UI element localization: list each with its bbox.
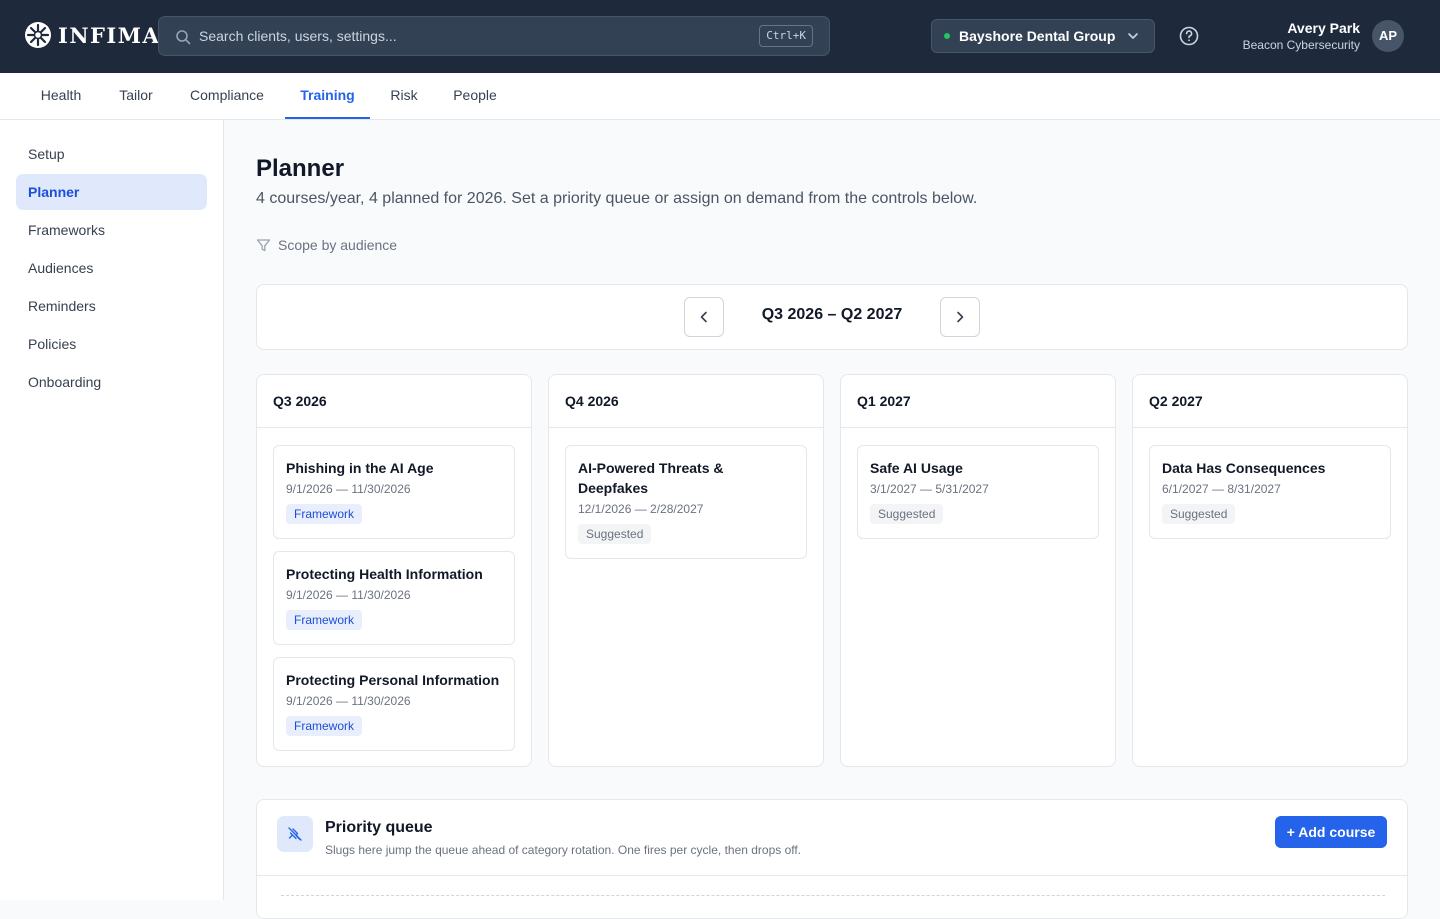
- priority-queue-title: Priority queue: [325, 819, 433, 836]
- quarter-label: Q4 2026: [549, 375, 823, 428]
- tab-training[interactable]: Training: [285, 73, 370, 119]
- user-info[interactable]: Avery Park Beacon Cybersecurity: [1243, 19, 1360, 53]
- course-badge: Framework: [286, 610, 363, 630]
- course-badge: Framework: [286, 504, 363, 524]
- course-card[interactable]: Protecting Health Information 9/1/2026 —…: [273, 551, 515, 645]
- sidebar: Setup Planner Frameworks Audiences Remin…: [0, 120, 224, 900]
- course-title: Phishing in the AI Age: [286, 460, 434, 476]
- quarter-label: Q2 2027: [1133, 375, 1407, 428]
- client-name: Bayshore Dental Group: [959, 28, 1116, 44]
- tab-health[interactable]: Health: [24, 73, 98, 119]
- shortcut-hint: Ctrl+K: [759, 25, 813, 47]
- sidebar-item-policies[interactable]: Policies: [16, 326, 207, 362]
- scope-by-audience-button[interactable]: Scope by audience: [256, 237, 397, 253]
- tab-tailor[interactable]: Tailor: [102, 73, 170, 119]
- sidebar-item-frameworks[interactable]: Frameworks: [16, 212, 207, 248]
- course-title: Safe AI Usage: [870, 460, 963, 476]
- course-dates: 9/1/2026 — 11/30/2026: [286, 694, 411, 708]
- add-course-button[interactable]: + Add course: [1275, 816, 1387, 848]
- quarter-column: Q4 2026 AI-Powered Threats & Deepfakes 1…: [548, 374, 824, 767]
- next-range-button[interactable]: [940, 297, 980, 337]
- sidebar-item-setup[interactable]: Setup: [16, 136, 207, 172]
- course-badge: Suggested: [870, 504, 944, 524]
- tab-risk[interactable]: Risk: [374, 73, 434, 119]
- quarter-label: Q1 2027: [841, 375, 1115, 428]
- logo-text: INFIMA: [58, 22, 161, 48]
- course-dates: 3/1/2027 — 5/31/2027: [870, 482, 989, 496]
- filter-icon: [256, 238, 271, 251]
- course-title: AI-Powered Threats & Deepfakes: [578, 460, 724, 496]
- course-card[interactable]: AI-Powered Threats & Deepfakes 12/1/2026…: [565, 445, 807, 559]
- client-status-dot: [944, 33, 950, 39]
- range-navigator: Q3 2026 – Q2 2027: [256, 284, 1408, 350]
- priority-queue-description: Slugs here jump the queue ahead of categ…: [325, 843, 802, 857]
- client-selector[interactable]: Bayshore Dental Group: [931, 19, 1155, 53]
- avatar[interactable]: AP: [1372, 20, 1404, 52]
- course-dates: 9/1/2026 — 11/30/2026: [286, 482, 411, 496]
- course-title: Protecting Health Information: [286, 566, 483, 582]
- logo-mark-icon: [25, 22, 51, 48]
- course-badge: Framework: [286, 716, 363, 736]
- sidebar-item-onboarding[interactable]: Onboarding: [16, 364, 207, 400]
- course-card[interactable]: Phishing in the AI Age 9/1/2026 — 11/30/…: [273, 445, 515, 539]
- course-card[interactable]: Safe AI Usage 3/1/2027 — 5/31/2027 Sugge…: [857, 445, 1099, 539]
- page-title: Planner: [256, 155, 345, 182]
- course-card[interactable]: Protecting Personal Information 9/1/2026…: [273, 657, 515, 751]
- help-circle-icon[interactable]: [1178, 25, 1200, 47]
- queue-dropzone: [281, 895, 1385, 896]
- course-dates: 12/1/2026 — 2/28/2027: [578, 502, 704, 516]
- quarter-column: Q3 2026 Phishing in the AI Age 9/1/2026 …: [256, 374, 532, 767]
- course-card[interactable]: Data Has Consequences 6/1/2027 — 8/31/20…: [1149, 445, 1391, 539]
- chevron-down-icon: [1128, 33, 1138, 39]
- course-title: Data Has Consequences: [1162, 460, 1326, 476]
- divider: [257, 875, 1407, 876]
- course-dates: 6/1/2027 — 8/31/2027: [1162, 482, 1281, 496]
- course-dates: 9/1/2026 — 11/30/2026: [286, 588, 411, 602]
- page-subtitle: 4 courses/year, 4 planned for 2026. Set …: [256, 190, 978, 207]
- chevron-right-icon: [957, 311, 964, 323]
- course-badge: Suggested: [1162, 504, 1236, 524]
- quarter-label: Q3 2026: [257, 375, 531, 428]
- course-badge: Suggested: [578, 524, 652, 544]
- global-search[interactable]: Ctrl+K: [158, 16, 830, 56]
- quarter-column: Q2 2027 Data Has Consequences 6/1/2027 —…: [1132, 374, 1408, 767]
- sidebar-item-reminders[interactable]: Reminders: [16, 288, 207, 324]
- quarter-column: Q1 2027 Safe AI Usage 3/1/2027 — 5/31/20…: [840, 374, 1116, 767]
- sidebar-item-audiences[interactable]: Audiences: [16, 250, 207, 286]
- user-org: Beacon Cybersecurity: [1242, 38, 1360, 52]
- main-tabs: Health Tailor Compliance Training Risk P…: [0, 73, 1440, 120]
- priority-queue-icon-box: [277, 816, 313, 852]
- search-icon: [176, 30, 191, 45]
- tab-compliance[interactable]: Compliance: [174, 73, 280, 119]
- tab-people[interactable]: People: [438, 73, 512, 119]
- scope-label: Scope by audience: [278, 237, 398, 253]
- sidebar-item-planner[interactable]: Planner: [16, 174, 207, 210]
- range-label: Q3 2026 – Q2 2027: [761, 306, 903, 323]
- app-logo[interactable]: INFIMA: [24, 21, 160, 49]
- user-name: Avery Park: [1287, 20, 1360, 36]
- course-title: Protecting Personal Information: [286, 672, 500, 688]
- search-input[interactable]: [199, 17, 749, 55]
- top-bar: INFIMA Ctrl+K Bayshore Dental Group Aver…: [0, 0, 1440, 73]
- priority-queue-panel: Priority queue Slugs here jump the queue…: [256, 799, 1408, 919]
- pin-off-icon: [288, 827, 302, 841]
